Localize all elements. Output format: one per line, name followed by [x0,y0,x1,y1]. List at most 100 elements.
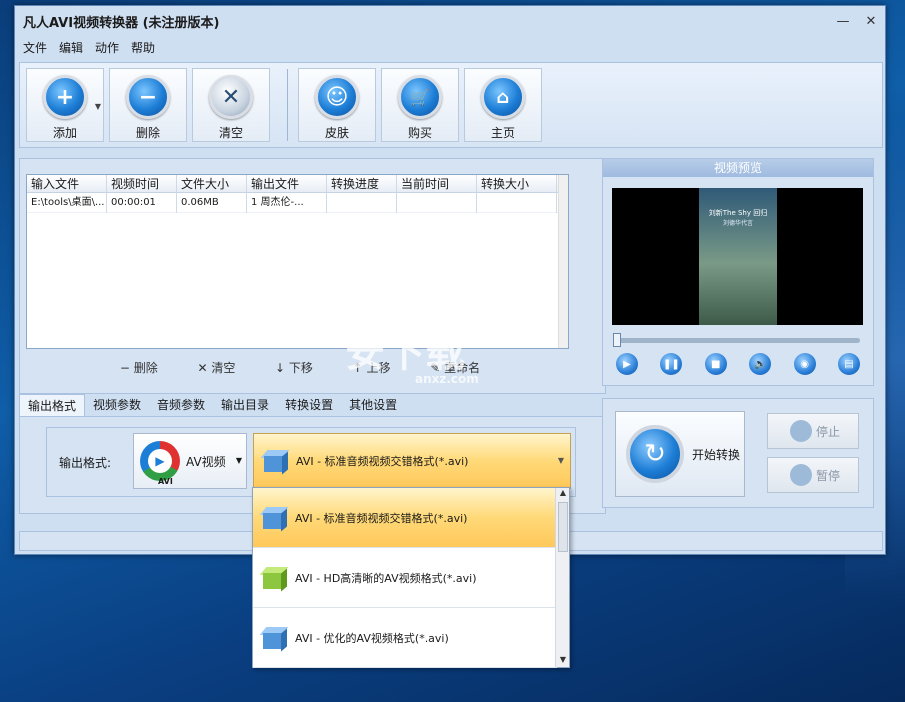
convert-panel: ↻ 开始转换 停止 暂停 [602,398,874,508]
clear-label: 清空 [218,126,243,140]
chevron-down-icon: ▼ [557,456,564,465]
seek-handle[interactable] [613,333,621,347]
clear-button[interactable]: ✕ 清空 [192,68,270,142]
file-table[interactable]: 输入文件 视频时间 文件大小 输出文件 转换进度 当前时间 转换大小 E:\to… [26,174,569,349]
menu-bar: 文件 编辑 动作 帮助 [15,36,885,58]
pause-icon[interactable]: ❚❚ [660,353,683,375]
chevron-down-icon[interactable]: ▼ [95,102,101,111]
tab-convert-settings[interactable]: 转换设置 [277,394,341,416]
scroll-down-icon[interactable]: ▼ [556,655,570,667]
option-label: AVI - 优化的AV视频格式(*.avi) [295,631,449,645]
menu-edit[interactable]: 编辑 [59,39,83,56]
list-delete-button[interactable]: − 删除 [120,359,158,376]
cell-progress [327,192,397,213]
list-clear-label: 清空 [211,361,236,375]
format-type-label: AV视频 [186,454,226,469]
dropdown-option[interactable]: AVI - HD高清晰的AV视频格式(*.avi) [253,548,557,608]
col-input[interactable]: 输入文件 [27,175,107,192]
tab-audio-params[interactable]: 音频参数 [149,394,213,416]
pause-button[interactable]: 暂停 [767,457,859,493]
camera-icon[interactable]: ◉ [793,353,816,375]
list-clear-button[interactable]: ✕ 清空 [197,359,235,376]
pause-icon [790,464,812,486]
cell-output: 1 周杰伦-... [247,192,327,213]
col-output[interactable]: 输出文件 [247,175,327,192]
close-icon[interactable]: ✕ [857,10,885,32]
dropdown-option[interactable]: AVI - 标准音频视频交错格式(*.avi) [253,488,557,548]
cell-converted [477,192,557,213]
tab-output-dir[interactable]: 输出目录 [213,394,277,416]
folder-icon[interactable]: ▤ [837,353,860,375]
format-label: 输出格式: [59,456,112,470]
list-delete-label: 删除 [133,361,158,375]
skin-button[interactable]: ☺ 皮肤 [298,68,376,142]
pause-label: 暂停 [816,468,841,483]
col-progress[interactable]: 转换进度 [327,175,397,192]
tab-video-params[interactable]: 视频参数 [85,394,149,416]
col-current[interactable]: 当前时间 [397,175,477,192]
toolbar: + 添加 ▼ − 删除 ✕ 清空 ☺ 皮肤 🛒 购买 ⌂ 主页 [19,62,883,148]
video-thumbnail: 刘新The Shy 回归 刘德华代言 [699,188,777,325]
cell-duration: 00:00:01 [107,192,177,213]
stop-label: 停止 [816,424,841,439]
file-list-panel: 输入文件 视频时间 文件大小 输出文件 转换进度 当前时间 转换大小 E:\to… [19,158,606,394]
watermark-text: 安下载 [345,330,465,376]
refresh-arrow-icon: ↻ [626,425,684,483]
minimize-icon[interactable]: — [829,10,857,32]
smiley-icon: ☺ [315,75,359,119]
seek-bar[interactable] [616,338,860,343]
cube-icon [259,505,289,532]
chevron-down-icon: ▼ [235,456,242,465]
tab-output-format[interactable]: 输出格式 [19,394,86,416]
scroll-up-icon[interactable]: ▲ [556,488,570,500]
dropdown-option[interactable]: AVI - 优化的AV视频格式(*.avi) [253,608,557,668]
col-size[interactable]: 文件大小 [177,175,247,192]
table-scrollbar[interactable] [558,175,568,348]
stop-icon[interactable]: ■ [704,353,727,375]
table-row[interactable]: E:\tools\桌面\... 00:00:01 0.06MB 1 周杰伦-..… [27,192,568,213]
buy-button[interactable]: 🛒 购买 [381,68,459,142]
dropdown-scrollbar[interactable]: ▲ ▼ [555,488,569,667]
play-icon[interactable]: ▶ [616,353,638,375]
format-type-badge: AVI [158,477,173,486]
scroll-thumb[interactable] [558,502,568,552]
home-icon: ⌂ [481,75,525,119]
video-screen: 刘新The Shy 回归 刘德华代言 [612,188,863,325]
home-button[interactable]: ⌂ 主页 [464,68,542,142]
thumbnail-subcaption: 刘德华代言 [722,220,753,227]
stop-button[interactable]: 停止 [767,413,859,449]
cube-icon [259,565,289,592]
cube-icon [259,625,289,652]
start-convert-button[interactable]: ↻ 开始转换 [615,411,745,497]
home-label: 主页 [490,126,515,140]
tab-other-settings[interactable]: 其他设置 [341,394,405,416]
delete-button[interactable]: − 删除 [109,68,187,142]
watermark: 安下载 anxz.com [345,320,479,386]
cell-size: 0.06MB [177,192,247,213]
move-down-button[interactable]: ↓ 下移 [275,359,313,376]
table-header: 输入文件 视频时间 文件大小 输出文件 转换进度 当前时间 转换大小 [27,175,568,193]
format-selected-value: AVI - 标准音频视频交错格式(*.avi) [296,455,469,468]
cell-input: E:\tools\桌面\... [27,192,107,213]
menu-action[interactable]: 动作 [95,39,119,56]
list-actions: − 删除 ✕ 清空 ↓ 下移 ↑ 上移 ✎ 重命名 [20,359,580,376]
format-dropdown-list[interactable]: AVI - 标准音频视频交错格式(*.avi) AVI - HD高清晰的AV视频… [252,487,570,668]
menu-help[interactable]: 帮助 [131,39,155,56]
title-bar: 凡人AVI视频转换器 (未注册版本) — ✕ [15,6,885,36]
preview-title: 视频预览 [603,159,873,177]
format-select[interactable]: AVI - 标准音频视频交错格式(*.avi) ▼ [253,433,571,489]
plus-icon: + [43,75,87,119]
video-preview-panel: 视频预览 刘新The Shy 回归 刘德华代言 ▶ ❚❚ ■ 🔈 ◉ ▤ [602,158,874,386]
app-window: 凡人AVI视频转换器 (未注册版本) — ✕ 文件 编辑 动作 帮助 + 添加 … [14,5,886,555]
col-duration[interactable]: 视频时间 [107,175,177,192]
move-down-label: 下移 [288,361,313,375]
menu-file[interactable]: 文件 [23,39,47,56]
volume-icon[interactable]: 🔈 [749,353,772,375]
player-controls: ▶ ❚❚ ■ 🔈 ◉ ▤ [616,353,860,375]
add-button[interactable]: + 添加 ▼ [26,68,104,142]
cart-icon: 🛒 [398,75,442,119]
format-type-select[interactable]: ▶ AV视频 AVI ▼ [133,433,247,489]
window-title: 凡人AVI视频转换器 (未注册版本) [23,15,220,31]
col-converted[interactable]: 转换大小 [477,175,557,192]
minus-icon: − [126,75,170,119]
